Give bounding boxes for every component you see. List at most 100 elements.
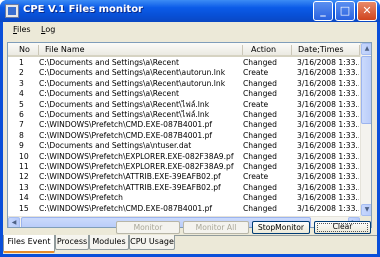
row-action: Changed [243, 151, 277, 161]
row-file-name: C:\Documents and Settings\a\Recent\autor… [39, 78, 226, 88]
row-date-time: 3/16/2008 1:33... [297, 130, 359, 140]
row-action: Changed [243, 110, 277, 119]
scroll-down-arrow-icon[interactable]: ▼ [361, 204, 371, 216]
row-file-name: C:\WINDOWS\Prefetch\EXPLORER.EXE-082F38A… [39, 162, 234, 171]
client-area: Files Log No File Name Action Date;Times… [3, 22, 377, 254]
row-file-name: C:\WINDOWS\Prefetch\ATTRIB.EXE-39EAFB02.… [39, 182, 221, 192]
table-row[interactable]: 4 C:\Documents and Settings\a\Recent Chang… [8, 89, 360, 99]
row-action: Changed [243, 130, 277, 140]
tab-files-event[interactable]: Files Event [3, 235, 55, 253]
tab-process[interactable]: Process [55, 235, 89, 250]
table-row[interactable]: 12 C:\WINDOWS\Prefetch\ATTRIB.EXE-39EAFB0… [8, 172, 360, 182]
row-number: 10 [19, 151, 29, 161]
table-row[interactable]: 6 C:\Documents and Settings\a\Recent\ไฟล์… [8, 110, 360, 120]
row-number: 6 [19, 110, 24, 119]
row-number: 5 [19, 99, 24, 109]
tab-cpu-usage[interactable]: CPU Usage [129, 235, 175, 250]
row-number: 14 [19, 193, 29, 203]
row-file-name: C:\WINDOWS\Prefetch\CMD.EXE-087B4001.pf [39, 130, 213, 140]
row-action: Changed [243, 203, 277, 213]
file-events-list[interactable]: No File Name Action Date;Times 1 C:\Docum… [7, 42, 372, 228]
maximize-button[interactable]: □ [335, 1, 355, 21]
app-window: CPE V.1 Files monitor _ □ ✕ Files Log No… [0, 0, 380, 257]
row-action: Changed [243, 162, 277, 171]
table-row[interactable]: 9 C:\Documents and Settings\a\ntuser.dat C… [8, 141, 360, 151]
row-number: 15 [19, 203, 29, 213]
column-divider[interactable] [242, 45, 243, 55]
table-row[interactable]: 13 C:\WINDOWS\Prefetch\ATTRIB.EXE-39EAFB0… [8, 183, 360, 193]
row-number: 9 [19, 141, 24, 151]
table-row[interactable]: 14 C:\WINDOWS\Prefetch Changed 3/16/2008 1:… [8, 193, 360, 203]
row-file-name: C:\WINDOWS\Prefetch\ATTRIB.EXE-39EAFB02.… [39, 172, 221, 182]
column-header-no[interactable]: No [19, 45, 30, 54]
row-number: 2 [19, 68, 24, 78]
row-number: 4 [19, 89, 24, 99]
vertical-scrollbar[interactable]: ▲ ▼ [360, 43, 371, 216]
table-row[interactable]: 5 C:\Documents and Settings\a\Recent\ไฟล์… [8, 100, 360, 110]
row-action: Changed [243, 120, 277, 130]
scroll-left-arrow-icon[interactable]: ◀ [8, 217, 20, 227]
row-file-name: C:\Documents and Settings\a\Recent [39, 58, 179, 67]
tab-modules[interactable]: Modules [89, 235, 129, 250]
column-header-date-times[interactable]: Date;Times [298, 45, 344, 54]
vertical-scroll-thumb[interactable] [361, 56, 371, 124]
clear-button[interactable]: Clear [314, 221, 371, 234]
table-row[interactable]: 11 C:\WINDOWS\Prefetch\EXPLORER.EXE-082F3… [8, 162, 360, 172]
menu-files[interactable]: Files [13, 25, 31, 34]
row-date-time: 3/16/2008 1:33... [297, 141, 359, 151]
row-number: 7 [19, 120, 24, 130]
row-date-time: 3/16/2008 1:33... [297, 182, 359, 192]
table-row[interactable]: 8 C:\WINDOWS\Prefetch\CMD.EXE-087B4001.pf… [8, 131, 360, 141]
row-number: 1 [19, 58, 24, 67]
window-title: CPE V.1 Files monitor [23, 4, 143, 15]
monitor-button[interactable]: Monitor [116, 221, 180, 234]
row-number: 8 [19, 130, 24, 140]
table-row[interactable]: 1 C:\Documents and Settings\a\Recent Chang… [8, 58, 360, 68]
menu-bar: Files Log [3, 22, 377, 39]
row-file-name: C:\Documents and Settings\a\Recent\autor… [39, 68, 226, 78]
row-date-time: 3/16/2008 1:33... [297, 120, 359, 130]
column-divider[interactable] [38, 45, 39, 55]
row-number: 12 [19, 172, 29, 182]
row-file-name: C:\WINDOWS\Prefetch [39, 193, 123, 203]
list-header: No File Name Action Date;Times [8, 43, 360, 57]
title-bar[interactable]: CPE V.1 Files monitor _ □ ✕ [0, 0, 380, 22]
row-date-time: 3/16/2008 1:33... [297, 78, 359, 88]
minimize-button[interactable]: _ [313, 1, 333, 21]
row-file-name: C:\Documents and Settings\a\Recent [39, 89, 179, 99]
row-date-time: 3/16/2008 1:33... [297, 99, 359, 109]
scroll-up-arrow-icon[interactable]: ▲ [361, 43, 371, 55]
menu-files-label: iles [17, 25, 31, 34]
row-file-name: C:\WINDOWS\Prefetch\CMD.EXE-087B4001.pf [39, 203, 213, 213]
row-date-time: 3/16/2008 1:33... [297, 58, 359, 67]
row-date-time: 3/16/2008 1:33... [297, 89, 359, 99]
table-row[interactable]: 10 C:\WINDOWS\Prefetch\EXPLORER.EXE-082F3… [8, 152, 360, 162]
stop-monitor-button[interactable]: StopMonitor [252, 221, 310, 234]
column-header-action[interactable]: Action [251, 45, 276, 54]
row-file-name: C:\Documents and Settings\a\Recent\ไฟล์.… [39, 99, 210, 109]
menu-log-label: og [45, 25, 56, 34]
monitor-all-button[interactable]: Monitor All [183, 221, 249, 234]
row-date-time: 3/16/2008 1:33... [297, 193, 359, 203]
row-action: Changed [243, 58, 277, 67]
tab-strip: Files Event Process Modules CPU Usage [3, 235, 377, 254]
app-icon [5, 4, 19, 18]
table-row[interactable]: 15 C:\WINDOWS\Prefetch\CMD.EXE-087B4001.p… [8, 204, 360, 214]
table-row[interactable]: 7 C:\WINDOWS\Prefetch\CMD.EXE-087B4001.pf… [8, 120, 360, 130]
row-action: Changed [243, 193, 277, 203]
row-file-name: C:\Documents and Settings\a\ntuser.dat [39, 141, 192, 151]
row-file-name: C:\Documents and Settings\a\Recent\ไฟล์.… [39, 110, 210, 119]
table-row[interactable]: 3 C:\Documents and Settings\a\Recent\auto… [8, 79, 360, 89]
column-divider[interactable] [291, 45, 292, 55]
row-action: Changed [243, 78, 277, 88]
close-button[interactable]: ✕ [357, 1, 377, 21]
row-action: Create [243, 68, 269, 78]
row-action: Create [243, 172, 269, 182]
table-row[interactable]: 2 C:\Documents and Settings\a\Recent\auto… [8, 68, 360, 78]
row-action: Changed [243, 141, 277, 151]
row-file-name: C:\WINDOWS\Prefetch\EXPLORER.EXE-082F38A… [39, 151, 234, 161]
menu-log[interactable]: Log [41, 25, 55, 34]
row-date-time: 3/16/2008 1:33... [297, 162, 359, 171]
column-header-file-name[interactable]: File Name [45, 45, 85, 54]
row-date-time: 3/16/2008 1:33... [297, 68, 359, 78]
